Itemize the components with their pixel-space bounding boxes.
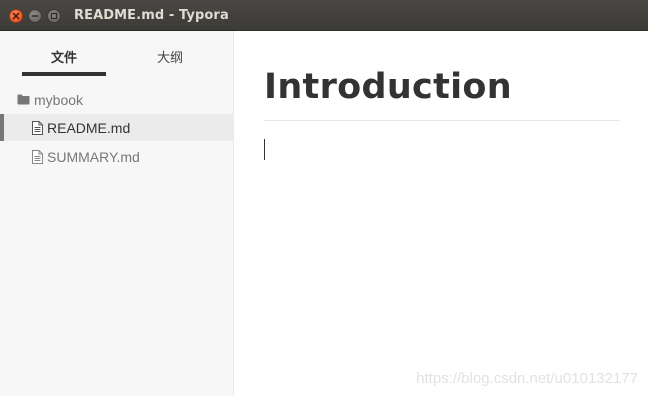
window-title: README.md - Typora (74, 8, 229, 23)
close-window-button[interactable] (9, 9, 23, 23)
maximize-window-button[interactable] (47, 9, 61, 23)
folder-icon (17, 94, 30, 105)
close-icon (12, 12, 20, 20)
active-file-marker (0, 114, 4, 141)
editor-area[interactable]: Introduction https://blog.csdn.net/u0101… (235, 31, 648, 396)
file-icon (32, 149, 43, 164)
maximize-icon (50, 12, 58, 20)
active-tab-indicator (22, 72, 106, 76)
text-cursor (264, 139, 265, 160)
sidebar: 文件 大纲 mybook README.md SUMMARY.md (0, 31, 234, 396)
file-item-summary[interactable]: SUMMARY.md (0, 143, 234, 170)
tab-files[interactable]: 文件 (22, 47, 106, 66)
file-label: SUMMARY.md (47, 148, 140, 165)
folder-item-mybook[interactable]: mybook (0, 86, 234, 113)
tab-outline[interactable]: 大纲 (128, 47, 212, 66)
file-label: README.md (47, 119, 131, 136)
sidebar-tabs: 文件 大纲 (0, 31, 234, 77)
document-heading[interactable]: Introduction (264, 67, 512, 107)
minimize-window-button[interactable] (28, 9, 42, 23)
file-icon (32, 120, 43, 135)
minimize-icon (31, 15, 39, 17)
heading-divider (264, 120, 620, 121)
folder-label: mybook (34, 91, 84, 108)
file-item-readme[interactable]: README.md (0, 114, 234, 141)
watermark: https://blog.csdn.net/u010132177 (416, 370, 638, 387)
title-bar: README.md - Typora (0, 0, 648, 31)
